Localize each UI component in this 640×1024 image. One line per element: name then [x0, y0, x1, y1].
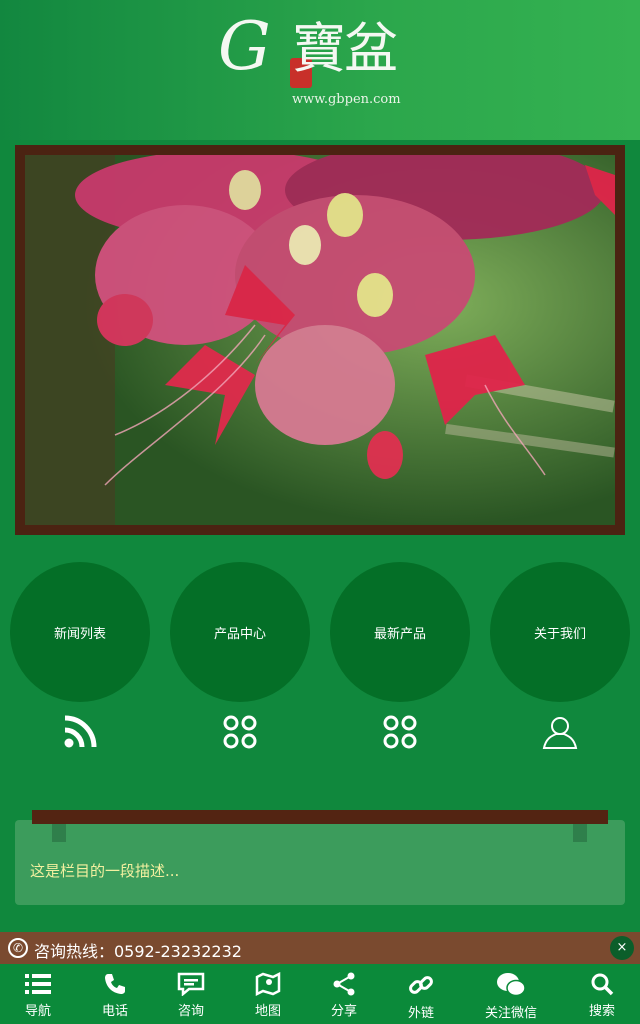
phone-icon [105, 974, 125, 994]
tab-label: 咨询 [177, 1004, 204, 1019]
menu-icon [25, 974, 51, 994]
tab-external-link[interactable]: 外链 [383, 964, 459, 1024]
tab-label: 搜索 [588, 1004, 615, 1019]
tab-search[interactable]: 搜索 [564, 964, 640, 1024]
tab-label: 地图 [254, 1004, 281, 1019]
phone-circle-icon: ✆ [8, 938, 28, 958]
tab-share[interactable]: 分享 [306, 964, 382, 1024]
nav-circle-label: 关于我们 [533, 626, 586, 642]
header: G 寶盆 www.gbpen.com [0, 0, 640, 140]
chat-icon [177, 972, 205, 996]
bottom-tabbar: 导航 电话 咨询 地图 分享 外链 关注微信 搜索 [0, 964, 640, 1024]
banner-image[interactable] [25, 155, 615, 525]
nav-circle-label: 最新产品 [373, 626, 426, 642]
wechat-icon [497, 973, 526, 997]
hotline-bar[interactable]: ✆ 咨询热线：0592-23232232 [0, 932, 640, 964]
tab-map[interactable]: 地图 [230, 964, 306, 1024]
logo-url: www.gbpen.com [292, 92, 401, 107]
description-shelf [32, 810, 608, 824]
tab-label: 外链 [407, 1006, 434, 1021]
grid-icon[interactable] [380, 712, 420, 752]
nav-circle-label: 产品中心 [213, 626, 266, 642]
section-description: 这是栏目的一段描述... [30, 862, 180, 880]
search-icon [591, 973, 614, 996]
tab-label: 电话 [101, 1004, 128, 1019]
grid-icon[interactable] [220, 712, 260, 752]
nav-circle-new-products[interactable]: 最新产品 [330, 562, 470, 702]
site-logo[interactable]: G 寶盆 www.gbpen.com [218, 14, 408, 110]
tab-label: 分享 [330, 1004, 357, 1019]
nav-circle-label: 新闻列表 [53, 626, 106, 642]
shelf-leg-left [52, 824, 66, 842]
rss-icon[interactable] [60, 712, 100, 752]
nav-circles: 新闻列表 产品中心 最新产品 关于我们 [0, 562, 640, 762]
tab-label: 导航 [24, 1004, 51, 1019]
shelf-leg-right [573, 824, 587, 842]
logo-brand: 寶盆 [292, 17, 398, 80]
tab-consult[interactable]: 咨询 [153, 964, 229, 1024]
map-icon [255, 972, 281, 996]
nav-circle-products[interactable]: 产品中心 [170, 562, 310, 702]
banner-frame [15, 145, 625, 535]
nav-circle-news[interactable]: 新闻列表 [10, 562, 150, 702]
tab-nav[interactable]: 导航 [0, 964, 76, 1024]
tab-phone[interactable]: 电话 [77, 964, 153, 1024]
close-button[interactable]: × [610, 936, 634, 960]
nav-circle-about[interactable]: 关于我们 [490, 562, 630, 702]
hotline-text: 咨询热线：0592-23232232 [34, 942, 242, 961]
share-icon [333, 972, 355, 996]
logo-letter: G [218, 8, 271, 85]
tab-label: 关注微信 [484, 1006, 537, 1021]
link-icon [409, 976, 433, 994]
tab-wechat[interactable]: 关注微信 [473, 964, 549, 1024]
flower-photo [25, 155, 615, 525]
user-icon[interactable] [540, 712, 580, 752]
